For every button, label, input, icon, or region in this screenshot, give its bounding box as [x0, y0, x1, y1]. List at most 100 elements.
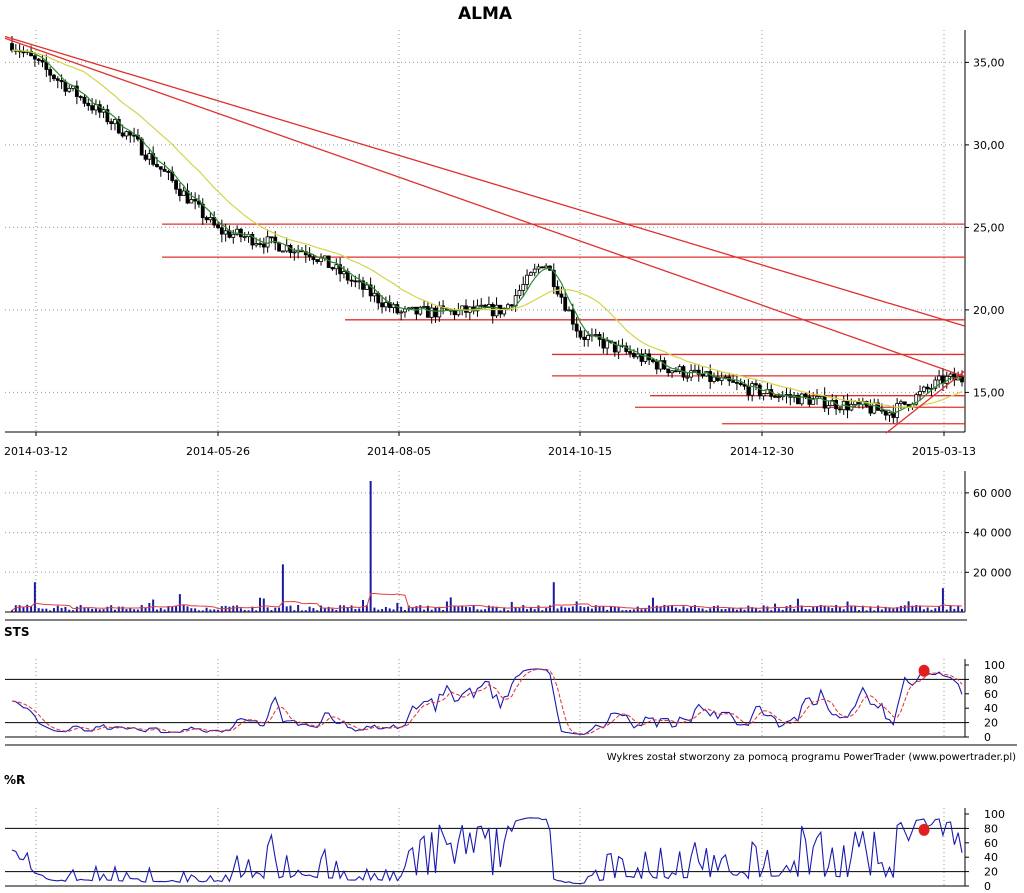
- price-candle-body: [738, 382, 743, 385]
- price-candle-body: [567, 309, 571, 312]
- price-candle-body: [364, 284, 369, 290]
- price-candle-body: [307, 254, 312, 258]
- sts-ytick-label: 40: [984, 702, 998, 715]
- price-ytick-label: 25,00: [973, 221, 1005, 234]
- price-candles: [10, 35, 964, 424]
- price-candle-body: [601, 338, 606, 349]
- price-candle-body: [899, 401, 903, 404]
- price-candle-body: [773, 395, 777, 398]
- price-candle-body: [280, 250, 285, 253]
- price-candle-body: [334, 264, 339, 270]
- price-candle-body: [223, 230, 228, 235]
- price-candle-body: [261, 243, 266, 248]
- price-candle-body: [353, 280, 358, 283]
- price-candle-body: [536, 266, 541, 270]
- price-candle-body: [803, 393, 808, 398]
- chart-title: ALMA: [458, 4, 513, 24]
- price-sma-long-line: [11, 49, 963, 408]
- price-candle-body: [490, 304, 495, 317]
- price-candle-body: [55, 78, 60, 81]
- price-candle-body: [40, 60, 45, 63]
- price-candle-body: [383, 302, 388, 308]
- price-trend-line: [4, 37, 966, 378]
- price-sma-short-line: [11, 49, 963, 414]
- price-candle-body: [651, 359, 655, 363]
- price-xtick-label: 2014-10-15: [548, 445, 612, 458]
- price-candle-body: [32, 55, 37, 60]
- credit-text: Wykres został stworzony za pomocą progra…: [607, 752, 1016, 763]
- price-candle-body: [219, 227, 224, 235]
- price-trend-line: [4, 35, 966, 327]
- volume-panel: 60 000 40 000 20 000: [5, 471, 1012, 621]
- wr-ytick-label: 0: [984, 880, 991, 893]
- wr-line: [11, 817, 963, 885]
- sts-panel-label: STS: [4, 625, 29, 639]
- price-candle-body: [574, 323, 579, 332]
- price-candle-body: [616, 344, 621, 353]
- price-candle-body: [425, 306, 430, 318]
- price-candle-body: [586, 334, 591, 340]
- price-candle-body: [673, 370, 678, 373]
- price-candle-body: [605, 340, 610, 349]
- sts-marker: [918, 664, 930, 677]
- price-candle-body: [418, 306, 423, 315]
- price-candle-body: [643, 353, 648, 362]
- price-candle-body: [776, 396, 781, 399]
- price-candle-body: [757, 384, 762, 397]
- wr-ytick-label: 40: [984, 851, 998, 864]
- price-candle-body: [532, 268, 537, 274]
- price-candle-body: [162, 168, 167, 172]
- sts-ytick-label: 60: [984, 688, 998, 701]
- price-candle-body: [666, 368, 671, 374]
- price-candle-body: [559, 293, 564, 298]
- sts-ytick-label: 80: [984, 673, 998, 686]
- price-candle-body: [479, 304, 484, 307]
- price-candle-body: [254, 243, 259, 246]
- price-candle-body: [464, 305, 468, 313]
- price-candle-body: [918, 391, 922, 396]
- wr-ytick-label: 80: [984, 822, 998, 835]
- price-xtick-label: 2014-12-30: [730, 445, 794, 458]
- volume-average-line: [11, 592, 963, 611]
- price-candle-body: [693, 369, 697, 372]
- price-candle-body: [204, 217, 209, 221]
- wr-ytick-label: 60: [984, 837, 998, 850]
- price-ytick-label: 35,00: [973, 56, 1005, 69]
- price-candle-body: [582, 336, 587, 340]
- price-candle-body: [292, 251, 297, 254]
- price-candle-body: [838, 408, 842, 411]
- price-xtick-label: 2014-05-26: [186, 445, 250, 458]
- volume-ytick-label: 40 000: [973, 527, 1012, 540]
- price-candle-body: [517, 290, 522, 297]
- price-candle-body: [422, 306, 426, 308]
- price-candle-body: [120, 132, 125, 137]
- price-candle-body: [78, 96, 83, 98]
- price-candle-body: [82, 96, 87, 104]
- price-candle-body: [540, 266, 545, 269]
- price-candle-body: [143, 154, 148, 160]
- price-candle-body: [708, 371, 713, 382]
- price-candle-body: [689, 370, 694, 378]
- price-candle-body: [132, 134, 136, 137]
- price-candle-body: [635, 353, 640, 358]
- price-candle-body: [155, 163, 159, 168]
- price-candle-body: [231, 233, 236, 238]
- price-candle-body: [216, 224, 220, 229]
- price-candle-body: [242, 236, 247, 239]
- price-panel: 35,00 30,00 25,00 20,00 15,00: [4, 30, 1005, 434]
- price-candle-body: [315, 259, 320, 262]
- price-candle-body: [311, 256, 316, 261]
- wr-ytick-label: 100: [984, 808, 1005, 821]
- price-candle-body: [52, 74, 56, 80]
- price-candle-body: [429, 307, 434, 318]
- price-candle-body: [712, 376, 716, 382]
- price-candle-body: [90, 105, 95, 111]
- price-candle-body: [357, 280, 362, 283]
- price-candle-body: [872, 402, 877, 414]
- price-candle-body: [731, 380, 735, 383]
- price-candle-body: [109, 121, 114, 125]
- price-candle-body: [761, 393, 766, 397]
- price-candle-body: [322, 255, 327, 259]
- chart-root: ALMA 35,00 30,00 25,00 20,00 15,00 2014-03-1…: [4, 4, 1017, 893]
- price-candle-body: [723, 376, 728, 379]
